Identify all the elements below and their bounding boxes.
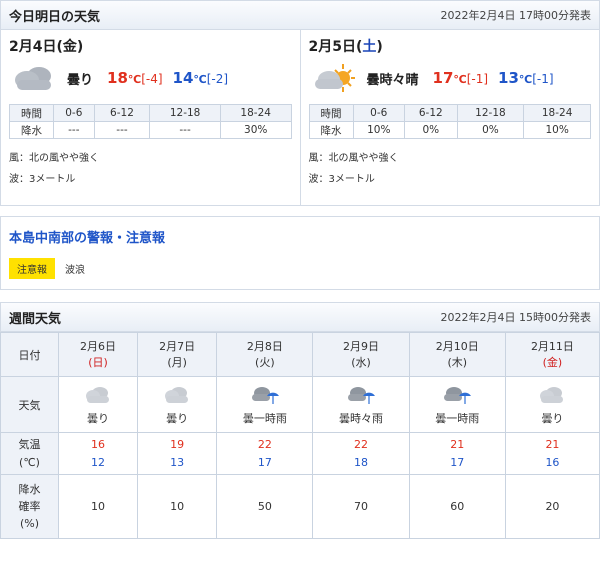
week-temp-cell: 21 16 bbox=[504, 432, 600, 475]
week-pop-cell: 10 bbox=[137, 474, 218, 539]
week-temp-cell: 21 17 bbox=[408, 432, 506, 475]
weather-row: 天気 曇り 曇り 曇一時雨 曇時々雨 曇一時雨 曇り bbox=[0, 376, 600, 433]
day-forecast-today: 2月4日(金) 曇り 18℃[-4] 14℃[-2] 時間 0-6 6-12 1… bbox=[1, 30, 300, 205]
day-forecast-row: 2月4日(金) 曇り 18℃[-4] 14℃[-2] 時間 0-6 6-12 1… bbox=[0, 30, 600, 206]
weather-label: 曇り bbox=[67, 72, 94, 88]
cloudy-icon bbox=[537, 384, 567, 406]
advisory-type: 波浪 bbox=[65, 265, 85, 276]
week-day-header: 2月9日 (水) bbox=[312, 332, 410, 377]
high-temp: 17℃[-1] bbox=[432, 69, 489, 87]
day-title: 2月5日(土) bbox=[308, 39, 383, 55]
week-day-header: 2月6日 (日) bbox=[57, 332, 139, 377]
high-temp: 18℃[-4] bbox=[107, 69, 163, 87]
cloudy-icon bbox=[162, 384, 192, 406]
week-weather-cell: 曇一時雨 bbox=[408, 376, 506, 433]
warnings-title[interactable]: 本島中南部の警報・注意報 bbox=[9, 227, 591, 246]
low-temp: 12 bbox=[91, 455, 106, 469]
week-weather-cell: 曇り bbox=[504, 376, 600, 433]
day-title: 2月4日(金) bbox=[9, 39, 84, 55]
wind-info: 風：北の風やや強く bbox=[9, 153, 99, 164]
high-temp: 22 bbox=[354, 437, 369, 451]
wave-info: 波：3メートル bbox=[9, 174, 76, 185]
week-temp-cell: 16 12 bbox=[57, 432, 139, 475]
week-temp-cell: 19 13 bbox=[137, 432, 218, 475]
warning-item: 注意報 波浪 bbox=[9, 258, 591, 279]
high-temp: 16 bbox=[91, 437, 106, 451]
issued-time: 2022年2月4日 17時00分発表 bbox=[440, 9, 591, 22]
advisory-badge: 注意報 bbox=[9, 258, 55, 279]
wave-info: 波：3メートル bbox=[308, 174, 375, 185]
cloudy-umbrella-icon bbox=[250, 384, 280, 406]
row-label-temperature: 気温 (℃) bbox=[0, 432, 59, 475]
section-title: 今日明日の天気 bbox=[9, 9, 101, 25]
cloudy-icon bbox=[83, 384, 113, 406]
row-label-weather: 天気 bbox=[0, 376, 59, 433]
low-temp: 17 bbox=[450, 455, 465, 469]
weather-summary: 曇り 18℃[-4] 14℃[-2] bbox=[9, 60, 292, 96]
high-temp: 21 bbox=[450, 437, 465, 451]
cloudy-icon bbox=[11, 62, 55, 94]
high-temp: 21 bbox=[545, 437, 560, 451]
week-weather-cell: 曇時々雨 bbox=[312, 376, 410, 433]
high-temp: 22 bbox=[257, 437, 272, 451]
week-temp-cell: 22 18 bbox=[312, 432, 410, 475]
precipitation-row: 降水 確率 (%) 10 10 50 70 60 20 bbox=[0, 474, 600, 539]
warnings-panel: 本島中南部の警報・注意報 注意報 波浪 bbox=[0, 216, 600, 290]
low-temp: 13℃[-1] bbox=[498, 69, 554, 87]
week-weather-cell: 曇り bbox=[137, 376, 218, 433]
weather-summary: 曇時々晴 17℃[-1] 13℃[-1] bbox=[309, 60, 592, 96]
issued-time: 2022年2月4日 15時00分発表 bbox=[440, 311, 591, 324]
week-pop-cell: 60 bbox=[408, 474, 506, 539]
week-day-header: 2月8日 (火) bbox=[216, 332, 314, 377]
weekly-forecast-table: 日付 2月6日 (日) 2月7日 (月) 2月8日 (火) 2月9日 (水) 2月10日… bbox=[0, 332, 600, 539]
row-label-date: 日付 bbox=[0, 332, 59, 377]
week-weather-cell: 曇り bbox=[57, 376, 139, 433]
week-pop-cell: 20 bbox=[504, 474, 600, 539]
week-pop-cell: 70 bbox=[312, 474, 410, 539]
weather-label: 曇時々晴 bbox=[366, 72, 419, 88]
date-row: 日付 2月6日 (日) 2月7日 (月) 2月8日 (火) 2月9日 (水) 2月10日… bbox=[0, 332, 600, 377]
today-tomorrow-header: 今日明日の天気 2022年2月4日 17時00分発表 bbox=[0, 0, 600, 30]
cloudy-umbrella-icon bbox=[442, 384, 472, 406]
cloudy-umbrella-icon bbox=[346, 384, 376, 406]
temperature-row: 気温 (℃) 16 12 19 13 22 17 22 18 21 17 21 16 bbox=[0, 432, 600, 475]
week-pop-cell: 10 bbox=[57, 474, 139, 539]
low-temp: 14℃[-2] bbox=[172, 69, 229, 87]
weekday: 土 bbox=[362, 39, 377, 55]
day-forecast-tomorrow: 2月5日(土) 曇時々晴 17℃[-1] 13℃[-1] 時間 0-6 6-12… bbox=[299, 30, 600, 205]
wind-info: 風：北の風やや強く bbox=[308, 153, 399, 164]
low-temp: 16 bbox=[545, 455, 560, 469]
low-temp: 18 bbox=[354, 455, 369, 469]
cloudy-sunny-icon bbox=[311, 62, 355, 94]
week-day-header: 2月11日 (金) bbox=[504, 332, 600, 377]
week-weather-cell: 曇一時雨 bbox=[216, 376, 314, 433]
low-temp: 13 bbox=[170, 455, 185, 469]
rain-probability-table: 時間 0-6 6-12 12-18 18-24 降水 --- --- --- 3… bbox=[9, 104, 292, 139]
weekly-header: 週間天気 2022年2月4日 15時00分発表 bbox=[0, 302, 600, 332]
week-day-header: 2月7日 (月) bbox=[137, 332, 218, 377]
section-title: 週間天気 bbox=[9, 311, 62, 327]
low-temp: 17 bbox=[257, 455, 272, 469]
rain-probability-table: 時間 0-6 6-12 12-18 18-24 降水 10% 0% 0% 10% bbox=[308, 104, 592, 139]
week-temp-cell: 22 17 bbox=[216, 432, 314, 475]
week-pop-cell: 50 bbox=[216, 474, 314, 539]
weekday: 金 bbox=[62, 39, 77, 55]
high-temp: 19 bbox=[170, 437, 185, 451]
row-label-precipitation: 降水 確率 (%) bbox=[0, 474, 59, 539]
week-day-header: 2月10日 (木) bbox=[408, 332, 506, 377]
